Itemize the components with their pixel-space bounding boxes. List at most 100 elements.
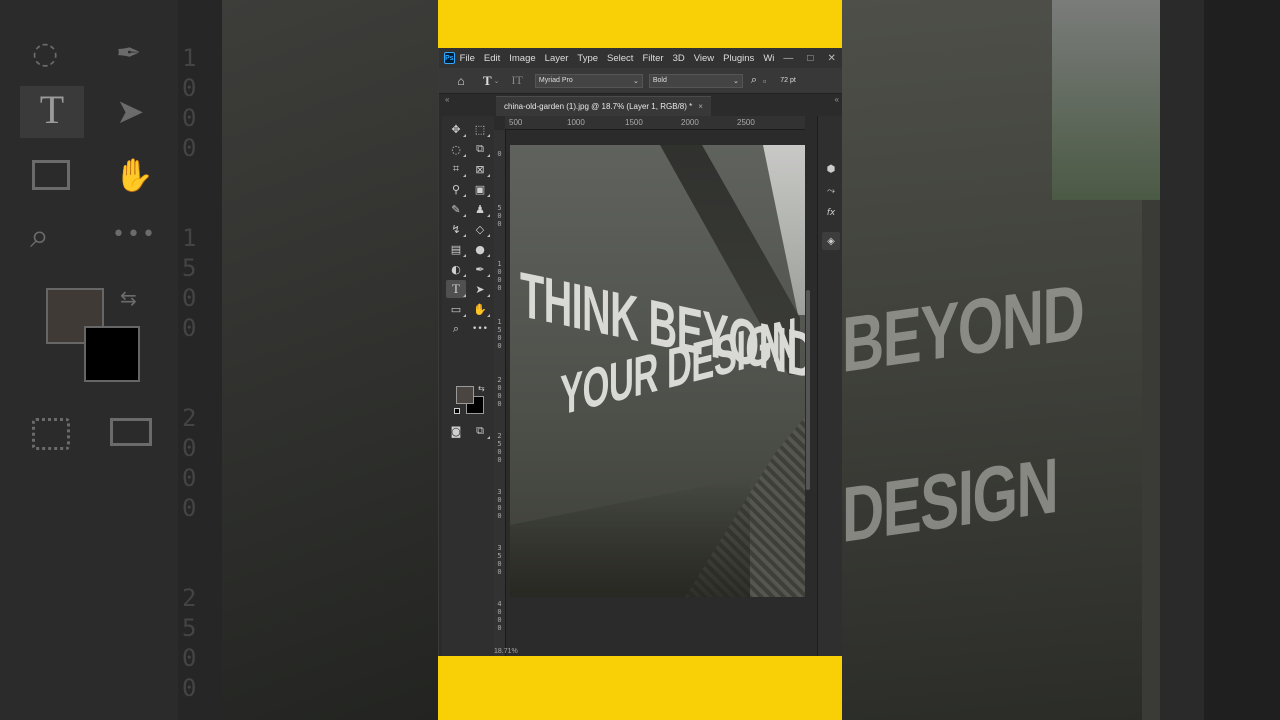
stamp-tool-icon[interactable]: ♟ — [470, 200, 490, 218]
photoshop-logo-icon: Ps — [444, 52, 455, 64]
bg-digit: 0 — [182, 434, 197, 462]
rectangle-tool-icon[interactable]: ▭ — [446, 300, 466, 318]
type-tool-preset-icon[interactable]: T — [483, 73, 492, 89]
close-window-button[interactable]: ✕ — [827, 53, 835, 64]
lasso-tool-icon[interactable]: ◌ — [446, 140, 466, 158]
menu-layer[interactable]: Layer — [545, 53, 569, 64]
center-frame: Ps File Edit Image Layer Type Select Fil… — [438, 0, 842, 720]
ruler-tick-label: 500 — [509, 118, 523, 127]
scrollbar-thumb[interactable] — [806, 290, 810, 490]
ruler-tick-label: 3500 — [497, 544, 502, 576]
canvas-area[interactable]: THINK BEYOND YOUR DESIGN — [506, 130, 805, 648]
wall-grime — [510, 477, 750, 597]
object-select-tool-icon[interactable]: ⧉ — [470, 140, 490, 158]
menu-filter[interactable]: Filter — [642, 53, 663, 64]
menu-edit[interactable]: Edit — [484, 53, 500, 64]
ruler-tick-label: 2000 — [497, 376, 502, 408]
blurred-left-background: ◌ ✒ T ➤ ✋ ⌕ ••• ⇆ 1 0 0 0 1 5 0 0 2 0 0 … — [0, 0, 438, 720]
bg-lasso-icon: ◌ — [32, 36, 59, 71]
gradient-tool-icon[interactable]: ▤ — [446, 240, 466, 258]
home-icon[interactable]: ⌂ — [453, 74, 469, 88]
default-colors-icon[interactable] — [454, 408, 460, 414]
bg-canvas — [222, 0, 438, 720]
ruler-tick-label: 500 — [497, 204, 502, 228]
collapse-right-icon[interactable]: « — [835, 95, 839, 104]
brush-tool-icon[interactable]: ✎ — [446, 200, 466, 218]
fx-panel-icon[interactable]: fx — [822, 204, 840, 222]
menu-view[interactable]: View — [694, 53, 714, 64]
zoom-tool-icon[interactable]: ⌕ — [446, 320, 466, 338]
menu-type[interactable]: Type — [577, 53, 598, 64]
document-tab[interactable]: china-old-garden (1).jpg @ 18.7% (Layer … — [496, 96, 711, 116]
bg-swap-icon: ⇆ — [120, 286, 137, 310]
font-family-select[interactable]: Myriad Pro ⌄ — [534, 73, 643, 88]
ruler-tick-label: 3000 — [497, 488, 502, 520]
eraser-tool-icon[interactable]: ◇ — [470, 220, 490, 238]
chevron-down-icon[interactable]: ⌄ — [494, 77, 500, 85]
history-brush-icon[interactable]: ↯ — [446, 220, 466, 238]
search-icon[interactable]: ⌕ — [751, 74, 757, 87]
color-panel-icon[interactable]: ⬢ — [822, 160, 840, 178]
hand-tool-icon[interactable]: ✋ — [470, 300, 490, 318]
font-size-value[interactable]: 72 pt — [780, 77, 796, 84]
blurred-right-background: BEYOND DESIGN — [842, 0, 1280, 720]
menu-plugins[interactable]: Plugins — [723, 53, 754, 64]
blur-tool-icon[interactable]: ● — [470, 240, 490, 258]
photoshop-window: Ps File Edit Image Layer Type Select Fil… — [438, 48, 842, 656]
foreground-color-swatch[interactable] — [456, 386, 474, 404]
document-tab-title: china-old-garden (1).jpg @ 18.7% (Layer … — [504, 102, 693, 111]
menu-window[interactable]: Wi — [763, 53, 774, 64]
path-select-tool-icon[interactable]: ➤ — [470, 280, 490, 298]
chevron-down-icon: ⌄ — [733, 77, 739, 85]
patch-tool-icon[interactable]: ▣ — [470, 180, 490, 198]
ruler-tick-label: 4000 — [497, 600, 502, 632]
maximize-button[interactable]: □ — [807, 53, 813, 64]
menu-file[interactable]: File — [460, 53, 475, 64]
pen-tool-icon[interactable]: ✒ — [470, 260, 490, 278]
bg-digit: 0 — [182, 494, 197, 522]
bg-type-tool-icon: T — [20, 86, 84, 138]
chevron-down-icon: ⌄ — [633, 77, 639, 85]
frame-tool-icon[interactable]: ⊠ — [470, 160, 490, 178]
menu-select[interactable]: Select — [607, 53, 633, 64]
dodge-tool-icon[interactable]: ◐ — [446, 260, 466, 278]
collapse-left-icon[interactable]: « — [445, 95, 449, 104]
document-image[interactable]: THINK BEYOND YOUR DESIGN — [510, 145, 805, 597]
type-tool-icon[interactable]: T — [446, 280, 466, 298]
bg-sky — [1052, 0, 1162, 200]
window-controls: — □ ✕ — [783, 53, 835, 64]
ruler-tick-label: 2500 — [737, 118, 755, 127]
menu-3d[interactable]: 3D — [673, 53, 685, 64]
font-family-value: Myriad Pro — [538, 77, 573, 84]
eyedropper-tool-icon[interactable]: ⚲ — [446, 180, 466, 198]
font-size-icon: ▫ — [763, 75, 767, 86]
ruler-tick-label: 1500 — [625, 118, 643, 127]
bg-digit: 1 — [182, 224, 197, 252]
layers-panel-icon[interactable]: ◈ — [822, 232, 840, 250]
bg-rectangle-icon — [32, 160, 70, 190]
screen-mode-icon[interactable]: ⧉ — [470, 422, 490, 440]
marquee-tool-icon[interactable]: ⬚ — [470, 120, 490, 138]
paths-panel-icon[interactable]: ⤳ — [822, 182, 840, 200]
bg-background-swatch — [84, 326, 140, 382]
more-tools-icon[interactable]: ••• — [470, 320, 490, 338]
vertical-scrollbar[interactable] — [805, 130, 811, 648]
close-tab-icon[interactable]: × — [698, 102, 703, 111]
bg-more-icon: ••• — [112, 222, 157, 247]
menu-image[interactable]: Image — [509, 53, 535, 64]
zoom-level[interactable]: 18.71% — [494, 648, 518, 655]
move-tool-icon[interactable]: ✥ — [446, 120, 466, 138]
bg-digit: 0 — [182, 314, 197, 342]
font-style-value: Bold — [652, 77, 667, 84]
swap-colors-icon[interactable]: ⇆ — [478, 384, 485, 393]
ruler-tick-label: 2000 — [681, 118, 699, 127]
bg-digit: 1 — [182, 44, 197, 72]
crop-tool-icon[interactable]: ⌗ — [446, 160, 466, 178]
text-orientation-icon[interactable]: IT — [512, 73, 523, 88]
bg-arrow-icon: ➤ — [116, 92, 145, 132]
bg-digit: 2 — [182, 404, 197, 432]
bg-digit: 0 — [182, 134, 197, 162]
quick-mask-icon[interactable]: ◙ — [446, 422, 466, 440]
minimize-button[interactable]: — — [783, 53, 793, 64]
font-style-select[interactable]: Bold ⌄ — [648, 73, 743, 88]
